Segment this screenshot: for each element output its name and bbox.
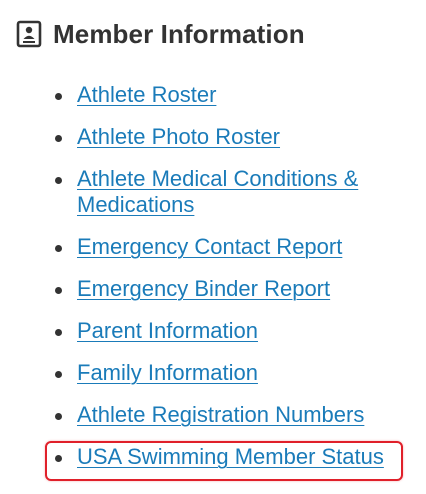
parent-information-link[interactable]: Parent Information: [77, 318, 258, 343]
list-item: USA Swimming Member Status: [52, 444, 412, 470]
athlete-photo-roster-link[interactable]: Athlete Photo Roster: [77, 124, 280, 149]
athlete-medical-conditions-link[interactable]: Athlete Medical Conditions & Medications: [77, 166, 358, 217]
emergency-binder-report-link[interactable]: Emergency Binder Report: [77, 276, 330, 301]
bullet-icon: [55, 455, 62, 462]
athlete-registration-numbers-link[interactable]: Athlete Registration Numbers: [77, 402, 364, 427]
list-item: Parent Information: [52, 318, 412, 344]
bullet-icon: [55, 93, 62, 100]
member-info-link-list: Athlete Roster Athlete Photo Roster Athl…: [52, 82, 412, 470]
family-information-link[interactable]: Family Information: [77, 360, 258, 385]
bullet-icon: [55, 371, 62, 378]
list-item: Emergency Contact Report: [52, 234, 412, 260]
athlete-roster-link[interactable]: Athlete Roster: [77, 82, 216, 107]
list-item: Athlete Roster: [52, 82, 412, 108]
list-item: Athlete Photo Roster: [52, 124, 412, 150]
list-item: Athlete Registration Numbers: [52, 402, 412, 428]
section-header: Member Information: [16, 16, 305, 52]
bullet-icon: [55, 177, 62, 184]
section-title: Member Information: [53, 18, 305, 49]
bullet-icon: [55, 287, 62, 294]
list-item: Emergency Binder Report: [52, 276, 412, 302]
bullet-icon: [55, 135, 62, 142]
emergency-contact-report-link[interactable]: Emergency Contact Report: [77, 234, 342, 259]
list-item: Athlete Medical Conditions & Medications: [52, 166, 412, 218]
bullet-icon: [55, 413, 62, 420]
bullet-icon: [55, 329, 62, 336]
bullet-icon: [55, 245, 62, 252]
list-item: Family Information: [52, 360, 412, 386]
contact-card-icon: [16, 20, 42, 48]
usa-swimming-member-status-link[interactable]: USA Swimming Member Status: [77, 444, 384, 469]
